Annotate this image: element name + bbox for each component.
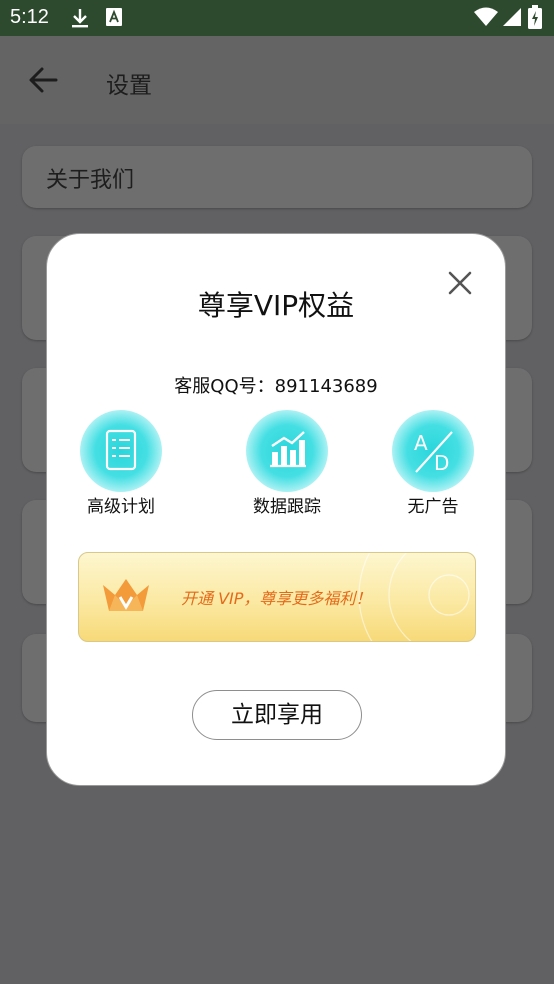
cellular-signal-icon — [503, 8, 521, 26]
page-title: 设置 — [106, 73, 152, 99]
vip-dialog: 尊享VIP权益 客服QQ号：891143689 高级计划 数据跟踪 AD 无广告… — [46, 233, 506, 786]
settings-item-label: 关于我们 — [46, 168, 135, 193]
wifi-icon — [474, 7, 498, 26]
feature-label: 数据跟踪 — [253, 497, 321, 517]
app-bar: 设置 — [0, 36, 554, 124]
close-icon[interactable] — [445, 268, 475, 298]
status-time: 5:12 — [10, 6, 49, 28]
settings-item-about[interactable]: 关于我们 — [22, 146, 532, 208]
plan-checklist-icon — [80, 410, 162, 492]
crown-icon — [103, 579, 149, 611]
svg-text:D: D — [434, 451, 449, 475]
no-ads-icon: AD — [392, 410, 474, 492]
svg-text:A: A — [414, 431, 428, 455]
dialog-title: 尊享VIP权益 — [197, 289, 355, 322]
vip-promo-banner[interactable]: 开通 VIP，尊享更多福利！ — [78, 552, 476, 642]
customer-service-qq: 客服QQ号：891143689 — [174, 376, 378, 397]
feature-data-tracking: 数据跟踪 — [237, 410, 337, 517]
bar-chart-icon — [246, 410, 328, 492]
back-arrow-icon[interactable] — [26, 63, 60, 97]
feature-label: 高级计划 — [87, 497, 155, 517]
download-icon — [72, 9, 88, 28]
status-bar: 5:12 — [0, 0, 554, 36]
text-app-icon — [106, 8, 122, 26]
battery-icon — [528, 5, 542, 29]
feature-no-ads: AD 无广告 — [383, 410, 483, 517]
feature-advanced-plan: 高级计划 — [71, 410, 171, 517]
enjoy-now-button[interactable]: 立即享用 — [192, 690, 362, 740]
feature-label: 无广告 — [407, 497, 459, 517]
banner-text: 开通 VIP，尊享更多福利！ — [181, 589, 372, 608]
